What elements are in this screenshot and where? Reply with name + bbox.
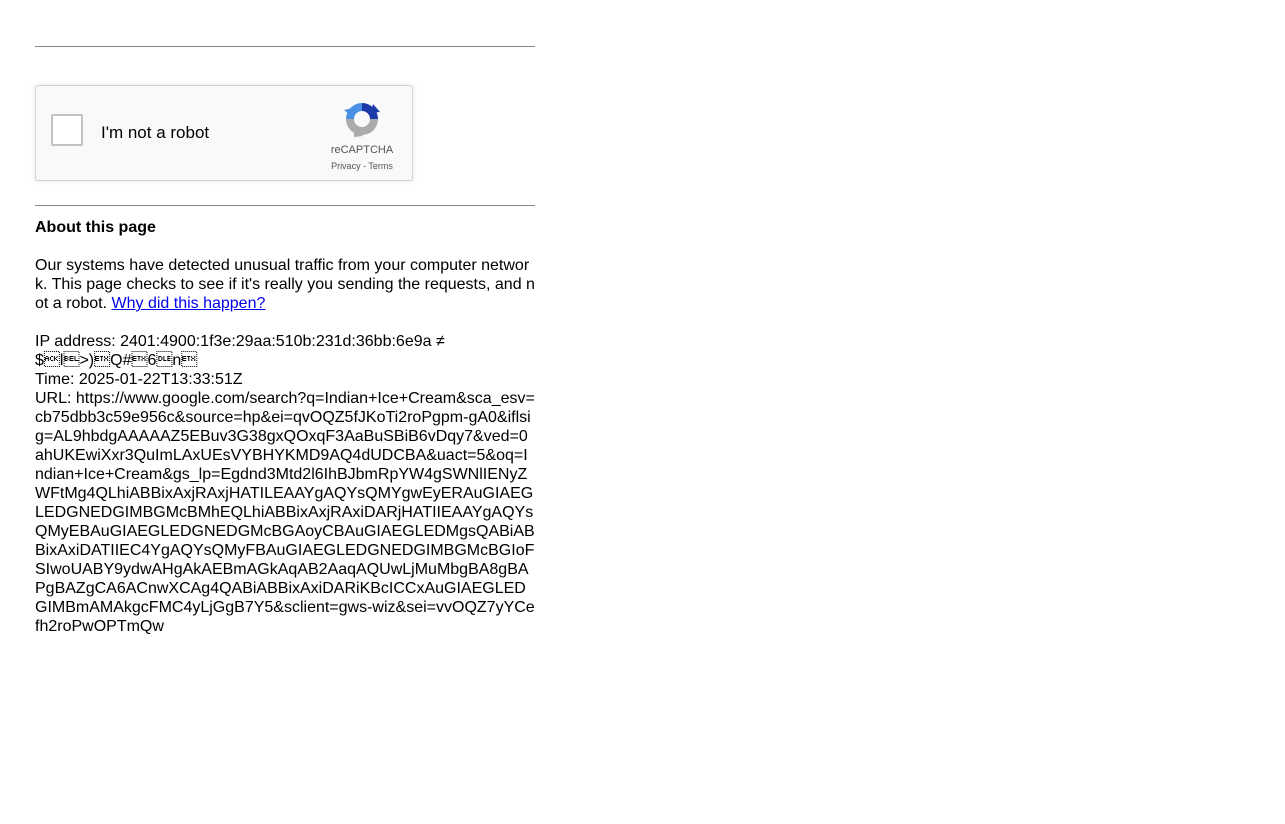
time-value: 2025-01-22T13:33:51Z [78,371,243,388]
about-description: Our systems have detected unusual traffi… [35,256,535,313]
about-body-text: Our systems have detected unusual traffi… [35,257,535,312]
page-content: I'm not a robot reCAPTCHA Privacy - Term… [35,0,535,636]
request-details: IP address: 2401:4900:1f3e:29aa:510b:231… [35,332,535,636]
middle-divider [35,205,535,206]
recaptcha-brand: reCAPTCHA [330,144,394,156]
url-value: https://www.google.com/search?q=Indian+I… [35,390,535,635]
terms-link[interactable]: Terms [368,161,393,171]
url-line: URL: https://www.google.com/search?q=Ind… [35,389,535,636]
about-heading: About this page [35,219,156,236]
privacy-link[interactable]: Privacy [331,161,361,171]
recaptcha-widget: I'm not a robot reCAPTCHA Privacy - Term… [35,85,413,181]
top-divider [35,46,535,47]
why-did-this-happen-link[interactable]: Why did this happen? [112,295,266,312]
ip-address-label: IP address: [35,333,121,350]
recaptcha-links: Privacy - Terms [316,161,408,172]
url-label: URL: [35,390,76,407]
time-line: Time: 2025-01-22T13:33:51Z [35,370,535,389]
recaptcha-checkbox-label: I'm not a robot [101,123,210,142]
ip-address-line: IP address: 2401:4900:1f3e:29aa:510b:231… [35,332,535,370]
recaptcha-logo-icon [344,103,380,137]
time-label: Time: [35,371,79,388]
recaptcha-checkbox[interactable] [51,114,83,146]
